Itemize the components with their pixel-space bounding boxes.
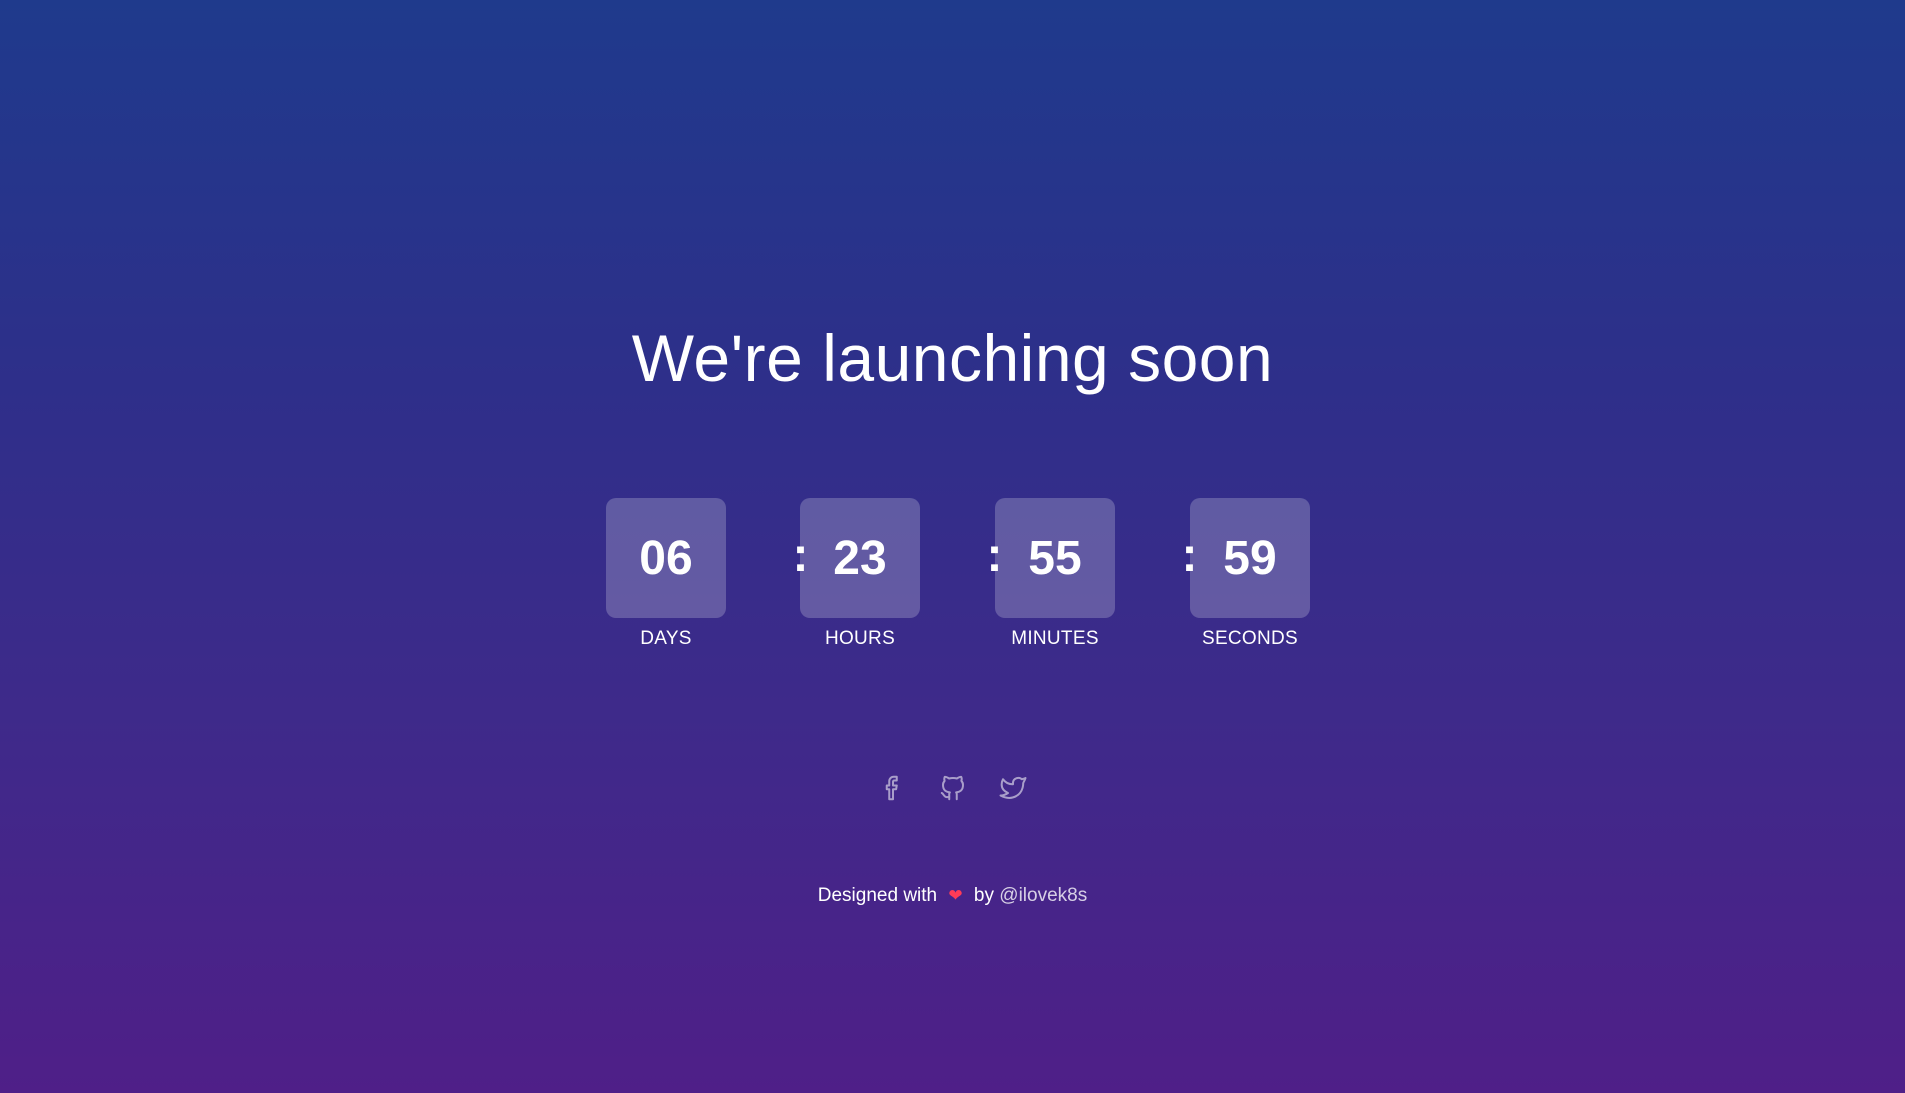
github-link[interactable] xyxy=(937,770,969,806)
hours-label: HOURS xyxy=(824,628,896,649)
github-icon xyxy=(940,775,964,801)
author-link[interactable]: @ilovek8s xyxy=(999,885,1087,906)
twitter-icon xyxy=(999,776,1026,799)
countdown-timer: 06 DAYS : 23 HOURS : 55 MINUTES : 59 SEC… xyxy=(606,498,1310,658)
heart-icon: ❤ xyxy=(948,886,963,905)
days-label: DAYS xyxy=(640,628,692,649)
countdown-minutes: 55 MINUTES xyxy=(995,498,1115,650)
countdown-seconds: 59 SECONDS xyxy=(1190,498,1310,650)
minutes-value: 55 xyxy=(995,498,1115,618)
minutes-label: MINUTES xyxy=(1011,628,1099,649)
days-value: 06 xyxy=(606,498,726,618)
footer-credit: Designed with ❤ by @ilovek8s xyxy=(0,885,1905,907)
social-links xyxy=(0,770,1905,806)
footer-by: by xyxy=(973,885,994,906)
hours-value: 23 xyxy=(800,498,920,618)
countdown-days: 06 DAYS xyxy=(606,498,726,650)
footer-prefix: Designed with xyxy=(817,885,938,906)
page-title: We're launching soon xyxy=(631,321,1274,395)
twitter-link[interactable] xyxy=(997,770,1029,806)
seconds-label: SECONDS xyxy=(1201,628,1299,649)
facebook-icon xyxy=(885,775,898,801)
facebook-link[interactable] xyxy=(877,770,909,806)
seconds-value: 59 xyxy=(1190,498,1310,618)
countdown-hours: 23 HOURS xyxy=(800,498,920,650)
